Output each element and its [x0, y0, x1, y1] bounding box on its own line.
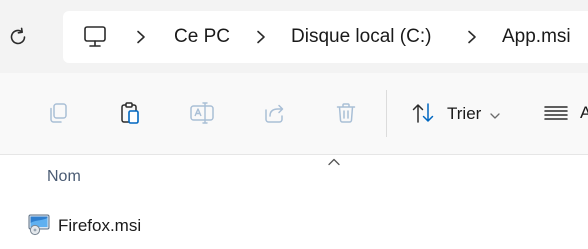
chevron-right-icon[interactable]: [255, 30, 267, 44]
share-icon: [265, 104, 284, 123]
computer-icon[interactable]: [82, 24, 108, 50]
chevron-right-icon[interactable]: [135, 30, 147, 44]
refresh-icon: [10, 27, 26, 45]
view-list-icon: [544, 106, 568, 120]
chevron-right-icon[interactable]: [466, 30, 478, 44]
paste-icon: [121, 102, 139, 124]
refresh-button[interactable]: [6, 25, 30, 49]
copy-button[interactable]: [44, 99, 72, 127]
sort-icon: [412, 103, 434, 123]
file-name[interactable]: Firefox.msi: [58, 216, 141, 236]
chevron-down-icon[interactable]: [489, 108, 501, 119]
rename-button[interactable]: [188, 99, 216, 127]
delete-icon: [336, 103, 356, 123]
breadcrumb-ce-pc[interactable]: Ce PC: [174, 26, 230, 48]
delete-button[interactable]: [332, 99, 360, 127]
view-label[interactable]: A: [580, 103, 588, 123]
share-button[interactable]: [260, 99, 288, 127]
paste-button[interactable]: [116, 99, 144, 127]
column-header-name[interactable]: Nom: [47, 168, 81, 186]
msi-installer-icon: [27, 212, 51, 236]
toolbar-separator: [386, 90, 387, 137]
sort-label[interactable]: Trier: [447, 104, 481, 124]
breadcrumb-local-disk[interactable]: Disque local (C:): [291, 26, 431, 48]
sort-ascending-icon: [327, 154, 341, 166]
sort-button[interactable]: [409, 99, 437, 127]
breadcrumb-app-msi[interactable]: App.msi: [502, 26, 571, 48]
view-button[interactable]: [542, 99, 570, 127]
copy-icon: [50, 103, 67, 123]
rename-icon: [190, 102, 214, 124]
